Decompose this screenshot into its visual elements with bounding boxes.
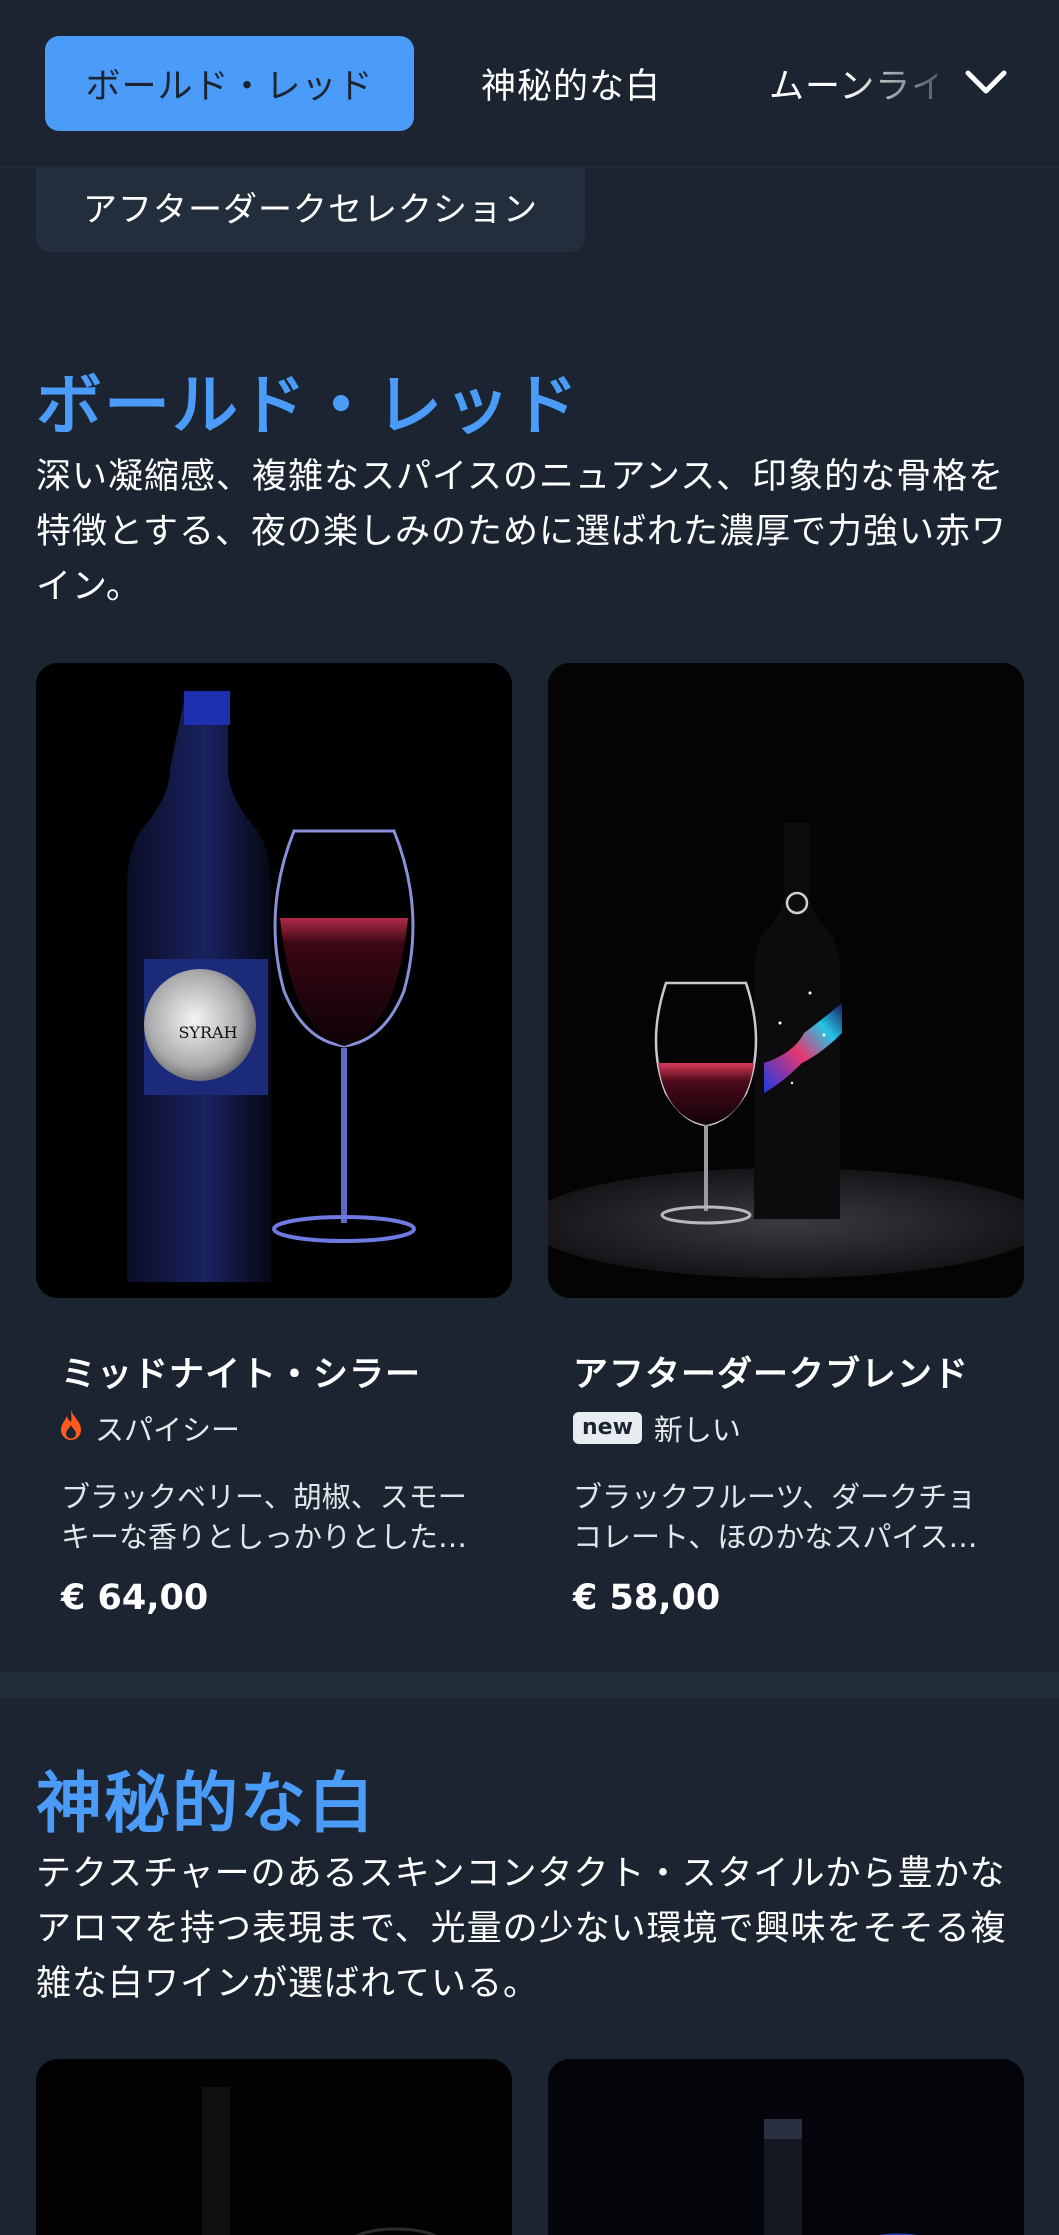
product-price: € 58,00	[573, 1578, 721, 1618]
tab-moonlight[interactable]: ムーンライ	[769, 36, 937, 131]
product-price: € 64,00	[61, 1578, 209, 1618]
product-name[interactable]: アフターダークブレンド	[573, 1346, 969, 1397]
product-image[interactable]	[36, 2059, 512, 2235]
section-description-mystic-white: テクスチャーのあるスキンコンタクト・スタイルから豊かなアロマを持つ表現まで、光量…	[36, 1854, 1007, 2004]
product-tag-label: 新しい	[653, 1413, 741, 1447]
bottle-label-text: SYRAH	[178, 1023, 237, 1042]
flame-icon	[59, 1409, 83, 1448]
section-title-bold-red: ボールド・レッド	[36, 367, 580, 444]
chevron-down-icon[interactable]	[960, 60, 1012, 104]
product-image-after-dark-blend[interactable]	[548, 663, 1024, 1298]
tab-after-dark-selection[interactable]: アフターダークセレクション	[36, 160, 585, 252]
tab-bold-red[interactable]: ボールド・レッド	[45, 36, 414, 131]
product-description: ブラックベリー、胡椒、スモーキーな香りとしっかりとした…	[61, 1480, 468, 1554]
product-image[interactable]	[548, 2059, 1024, 2235]
section-title-mystic-white: 神秘的な白	[36, 1765, 376, 1842]
category-tab-bar: ボールド・レッド 神秘的な白 ムーンライ	[0, 0, 1059, 168]
section-divider	[0, 1672, 1059, 1698]
product-tag: new 新しい	[573, 1407, 741, 1449]
product-description: ブラックフルーツ、ダークチョコレート、ほのかなスパイス…	[573, 1480, 978, 1554]
new-badge: new	[573, 1412, 642, 1444]
product-name[interactable]: ミッドナイト・シラー	[61, 1346, 421, 1397]
product-image-midnight-syrah[interactable]: SYRAH	[36, 663, 512, 1298]
product-tag: スパイシー	[59, 1407, 240, 1449]
section-description-bold-red: 深い凝縮感、複雑なスパイスのニュアンス、印象的な骨格を特徴とする、夜の楽しみのた…	[36, 457, 1007, 607]
tab-mystic-white[interactable]: 神秘的な白	[481, 36, 661, 131]
product-tag-label: スパイシー	[95, 1413, 241, 1447]
